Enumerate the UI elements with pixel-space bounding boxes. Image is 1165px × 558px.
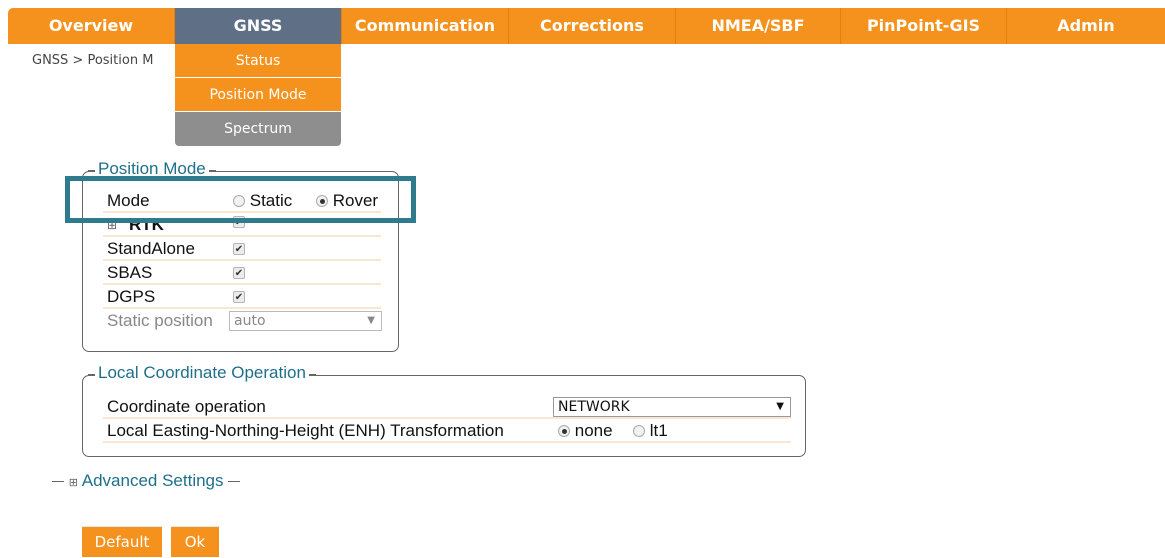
coordinate-operation-value: NETWORK xyxy=(558,399,630,415)
menu-item-status[interactable]: Status xyxy=(175,44,341,78)
sbas-label: SBAS xyxy=(107,263,153,282)
divider xyxy=(52,481,64,483)
sbas-checkbox[interactable]: ✔ xyxy=(233,267,245,279)
menu-item-position-mode[interactable]: Position Mode xyxy=(175,78,341,112)
ok-button[interactable]: Ok xyxy=(171,526,219,557)
dgps-label: DGPS xyxy=(107,287,156,306)
tab-overview[interactable]: Overview xyxy=(8,8,175,44)
standalone-checkbox[interactable]: ✔ xyxy=(233,243,245,255)
tab-pinpoint-gis[interactable]: PinPoint-GIS xyxy=(841,8,1007,44)
static-position-select[interactable]: auto ▼ xyxy=(229,311,382,331)
coordinate-operation-label: Coordinate operation xyxy=(107,397,266,416)
breadcrumb: GNSS > Position M xyxy=(32,53,154,68)
dgps-row: DGPS ✔ xyxy=(103,286,381,309)
coordinate-operation-row: Coordinate operation NETWORK ▼ xyxy=(103,396,791,419)
divider xyxy=(228,481,241,483)
static-position-value: auto xyxy=(234,313,266,329)
enh-none-option[interactable]: none xyxy=(558,420,613,442)
enh-lt1-radio[interactable] xyxy=(633,425,645,437)
tab-communication[interactable]: Communication xyxy=(342,8,509,44)
tab-nmea-sbf[interactable]: NMEA/SBF xyxy=(676,8,841,44)
menu-item-spectrum[interactable]: Spectrum xyxy=(175,112,341,146)
enh-lt1-label: lt1 xyxy=(649,421,668,440)
gnss-dropdown-menu: Status Position Mode Spectrum xyxy=(175,44,341,146)
advanced-settings-toggle[interactable]: ⊞ Advanced Settings xyxy=(52,471,241,491)
static-position-row: Static position auto ▼ xyxy=(103,310,382,333)
local-coordinate-fieldset: Local Coordinate Operation Coordinate op… xyxy=(82,363,806,457)
local-coordinate-legend: Local Coordinate Operation xyxy=(88,363,316,383)
chevron-down-icon: ▼ xyxy=(367,315,375,326)
expand-icon[interactable]: ⊞ xyxy=(69,477,78,489)
enh-label: Local Easting-Northing-Height (ENH) Tran… xyxy=(107,421,504,440)
mode-highlight-box xyxy=(65,176,416,223)
enh-none-label: none xyxy=(574,421,613,440)
dgps-checkbox[interactable]: ✔ xyxy=(233,291,245,303)
coordinate-operation-select[interactable]: NETWORK ▼ xyxy=(553,397,791,417)
standalone-row: StandAlone ✔ xyxy=(103,238,381,261)
enh-lt1-option[interactable]: lt1 xyxy=(633,420,668,442)
tab-admin[interactable]: Admin xyxy=(1007,8,1165,44)
standalone-label: StandAlone xyxy=(107,239,195,258)
enh-none-radio[interactable] xyxy=(558,425,570,437)
top-nav: Overview GNSS Communication Corrections … xyxy=(8,8,1165,44)
sbas-row: SBAS ✔ xyxy=(103,262,381,285)
advanced-settings-label: Advanced Settings xyxy=(81,471,224,490)
tab-corrections[interactable]: Corrections xyxy=(509,8,676,44)
tab-gnss[interactable]: GNSS xyxy=(175,8,342,44)
default-button[interactable]: Default xyxy=(82,526,162,557)
static-position-label: Static position xyxy=(107,311,213,330)
enh-row: Local Easting-Northing-Height (ENH) Tran… xyxy=(103,420,791,443)
chevron-down-icon: ▼ xyxy=(776,401,784,412)
